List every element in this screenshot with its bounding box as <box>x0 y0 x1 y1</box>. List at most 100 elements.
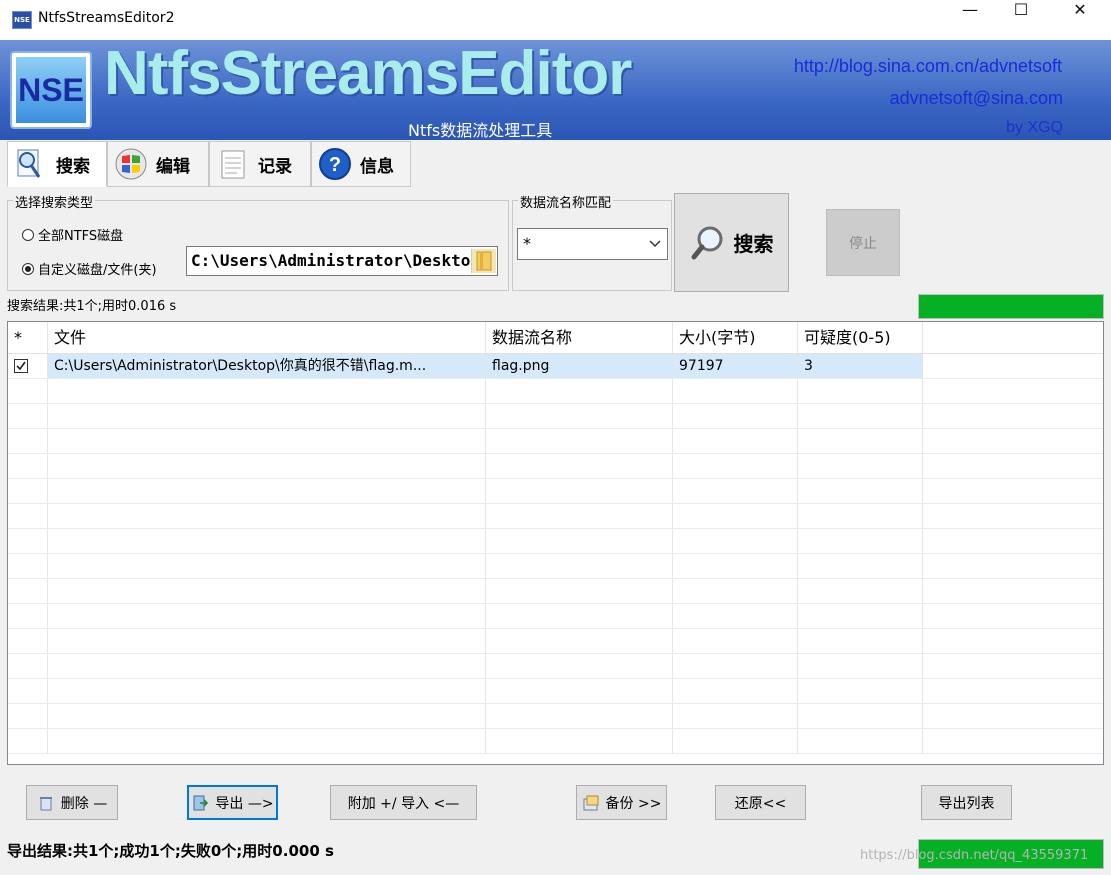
empty-cell <box>798 579 923 603</box>
tab-edit[interactable]: 编辑 <box>107 141 209 187</box>
empty-cell <box>8 479 48 503</box>
empty-cell <box>48 404 486 428</box>
attach-import-button[interactable]: 附加 +/ 导入 <— <box>330 785 477 820</box>
tab-info-label: 信息 <box>360 156 394 177</box>
author-byline: by XGQ <box>1006 119 1063 136</box>
empty-cell <box>486 654 673 678</box>
empty-cell <box>8 529 48 553</box>
empty-cell <box>673 379 798 403</box>
row-checkbox[interactable] <box>14 359 28 373</box>
tab-search-label: 搜索 <box>56 156 90 177</box>
empty-row <box>8 654 1103 679</box>
recycle-bin-icon <box>39 796 52 810</box>
empty-cell <box>8 404 48 428</box>
empty-cell <box>798 604 923 628</box>
browse-folder-icon[interactable] <box>471 249 496 273</box>
empty-cell <box>486 479 673 503</box>
col-check-header[interactable]: * <box>8 322 48 353</box>
restore-button-label: 还原<< <box>734 795 787 812</box>
empty-cell <box>486 704 673 728</box>
delete-button-label: 删除 — <box>60 795 108 812</box>
delete-button[interactable]: 删除 — <box>26 785 118 820</box>
tab-search[interactable]: 搜索 <box>7 141 107 187</box>
empty-cell <box>486 629 673 653</box>
col-suspicion-header[interactable]: 可疑度(0-5) <box>798 322 923 353</box>
close-button[interactable]: ✕ <box>1052 0 1108 40</box>
empty-row <box>8 629 1103 654</box>
radio-custom[interactable]: 自定义磁盘/文件(夹) <box>22 259 157 278</box>
empty-cell <box>48 729 486 753</box>
empty-cell <box>48 579 486 603</box>
magnifier-icon <box>691 226 722 259</box>
empty-cell <box>486 729 673 753</box>
stop-button[interactable]: 停止 <box>826 209 900 276</box>
results-table[interactable]: * 文件 数据流名称 大小(字节) 可疑度(0-5) C:\Users\Admi… <box>7 321 1104 765</box>
empty-row <box>8 704 1103 729</box>
email-link[interactable]: advnetsoft@sina.com <box>890 88 1063 109</box>
empty-cell <box>48 654 486 678</box>
tab-info[interactable]: ? 信息 <box>311 141 411 187</box>
attach-import-label: 附加 +/ 导入 <— <box>347 795 460 812</box>
search-status: 搜索结果:共1个;用时0.016 s <box>7 299 177 314</box>
empty-cell <box>486 454 673 478</box>
restore-button[interactable]: 还原<< <box>715 785 806 820</box>
empty-cell <box>486 554 673 578</box>
empty-cell <box>673 654 798 678</box>
table-row[interactable]: C:\Users\Administrator\Desktop\你真的很不错\fl… <box>8 354 1103 379</box>
tab-log[interactable]: 记录 <box>209 141 311 187</box>
empty-cell <box>673 729 798 753</box>
col-size-header[interactable]: 大小(字节) <box>673 322 798 353</box>
empty-row <box>8 429 1103 454</box>
empty-cell <box>486 604 673 628</box>
empty-row <box>8 479 1103 504</box>
col-file-header[interactable]: 文件 <box>48 322 486 353</box>
row-file: C:\Users\Administrator\Desktop\你真的很不错\fl… <box>48 354 486 378</box>
empty-cell <box>48 454 486 478</box>
homepage-link[interactable]: http://blog.sina.com.cn/advnetsoft <box>794 56 1062 77</box>
empty-cell <box>673 704 798 728</box>
empty-cell <box>48 379 486 403</box>
empty-cell <box>8 604 48 628</box>
empty-cell <box>673 479 798 503</box>
empty-cell <box>48 604 486 628</box>
nse-logo: NSE <box>16 57 86 123</box>
path-input[interactable]: C:\Users\Administrator\Desktop\ <box>186 246 498 276</box>
col-stream-header[interactable]: 数据流名称 <box>486 322 673 353</box>
radio-all-ntfs-label: 全部NTFS磁盘 <box>38 229 124 244</box>
backup-button-label: 备份 >> <box>605 795 662 812</box>
empty-cell <box>8 379 48 403</box>
window-title: NtfsStreamsEditor2 <box>38 10 175 26</box>
empty-cell <box>673 629 798 653</box>
search-button[interactable]: 搜索 <box>674 193 789 292</box>
empty-cell <box>673 429 798 453</box>
chevron-down-icon <box>649 240 661 248</box>
export-icon <box>193 795 209 810</box>
empty-row <box>8 604 1103 629</box>
empty-cell <box>486 504 673 528</box>
empty-cell <box>8 679 48 703</box>
row-checkbox-cell[interactable] <box>8 354 48 378</box>
export-button[interactable]: 导出 —> <box>187 785 278 820</box>
empty-cell <box>673 679 798 703</box>
empty-cell <box>486 429 673 453</box>
empty-cell <box>486 529 673 553</box>
minimize-button[interactable]: — <box>942 0 998 40</box>
radio-all-ntfs-dot[interactable] <box>22 228 34 241</box>
radio-all-ntfs[interactable]: 全部NTFS磁盘 <box>22 225 123 244</box>
empty-cell <box>486 579 673 603</box>
empty-cell <box>798 529 923 553</box>
brand-title: NtfsStreamsEditor <box>104 39 632 108</box>
empty-cell <box>798 379 923 403</box>
empty-row <box>8 454 1103 479</box>
empty-cell <box>48 554 486 578</box>
empty-cell <box>798 629 923 653</box>
maximize-button[interactable]: ☐ <box>993 0 1049 40</box>
empty-cell <box>798 704 923 728</box>
tab-edit-label: 编辑 <box>156 156 190 177</box>
search-progress-bar <box>918 294 1104 319</box>
radio-custom-dot[interactable] <box>22 262 34 275</box>
export-list-button[interactable]: 导出列表 <box>921 785 1012 820</box>
match-combobox[interactable]: * <box>517 228 668 260</box>
backup-button[interactable]: 备份 >> <box>576 785 667 820</box>
stop-button-label: 停止 <box>849 235 877 252</box>
